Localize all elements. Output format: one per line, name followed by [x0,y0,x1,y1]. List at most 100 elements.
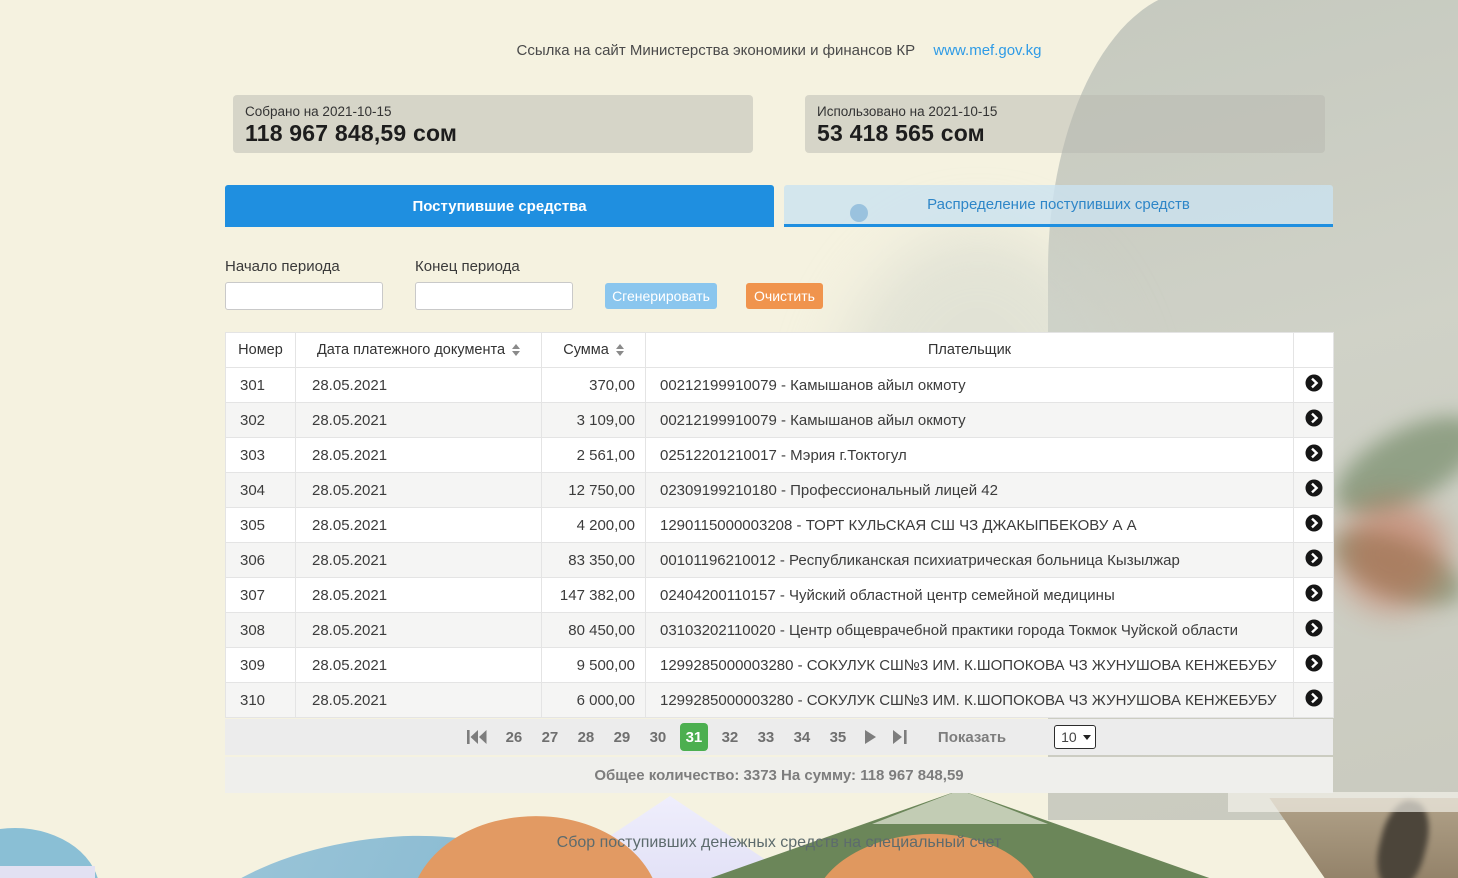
column-header-date[interactable]: Дата платежного документа [296,333,542,368]
row-date: 28.05.2021 [296,683,542,718]
column-header-number: Номер [226,333,296,368]
page-button-30[interactable]: 30 [644,723,672,751]
row-number: 302 [226,403,296,438]
tab-distribution-funds-label: Распределение поступивших средств [927,196,1190,213]
chevron-circle-right-icon [1305,654,1323,672]
row-payer: 02309199210180 - Профессиональный лицей … [646,473,1294,508]
row-detail-button[interactable] [1305,514,1323,532]
tab-incoming-funds-label: Поступившие средства [412,198,586,215]
row-payer: 00212199910079 - Камышанов айыл окмоту [646,368,1294,403]
row-amount: 370,00 [542,368,646,403]
row-number: 305 [226,508,296,543]
totals-bar: Общее количество: 3373 На сумму: 118 967… [225,757,1333,793]
sort-icon[interactable] [616,344,624,356]
row-amount: 12 750,00 [542,473,646,508]
row-date: 28.05.2021 [296,403,542,438]
row-amount: 2 561,00 [542,438,646,473]
row-amount: 80 450,00 [542,613,646,648]
payments-table: Номер Дата платежного документа Сумма Пл… [225,332,1334,718]
page-button-35[interactable]: 35 [824,723,852,751]
table-row: 305 28.05.2021 4 200,00 1290115000003208… [226,508,1334,543]
row-amount: 3 109,00 [542,403,646,438]
mountain-green-snowcap [872,790,1048,824]
first-page-icon [466,730,488,744]
row-number: 308 [226,613,296,648]
column-header-date-label: Дата платежного документа [317,342,505,358]
tab-distribution-funds[interactable]: Распределение поступивших средств [784,185,1333,227]
table-row: 304 28.05.2021 12 750,00 02309199210180 … [226,473,1334,508]
row-amount: 83 350,00 [542,543,646,578]
row-amount: 147 382,00 [542,578,646,613]
generate-button[interactable]: Сгенерировать [605,283,717,309]
summary-row: Собрано на 2021-10-15 118 967 848,59 сом… [233,95,1325,153]
tab-incoming-funds[interactable]: Поступившие средства [225,185,774,227]
page-button-31[interactable]: 31 [680,723,708,751]
table-header-row: Номер Дата платежного документа Сумма Пл… [226,333,1334,368]
chevron-circle-right-icon [1305,549,1323,567]
clear-button[interactable]: Очистить [746,283,823,309]
row-detail-cell [1294,438,1334,473]
page-button-27[interactable]: 27 [536,723,564,751]
sort-icon[interactable] [512,344,520,356]
page-button-34[interactable]: 34 [788,723,816,751]
row-number: 310 [226,683,296,718]
row-detail-cell [1294,683,1334,718]
used-value: 53 418 565 сом [817,120,1313,147]
page-button-32[interactable]: 32 [716,723,744,751]
page-button-33[interactable]: 33 [752,723,780,751]
collected-summary-box: Собрано на 2021-10-15 118 967 848,59 сом [233,95,753,153]
row-detail-cell [1294,613,1334,648]
pagination-pages: 26 27 28 29 30 31 32 33 34 35 [500,723,852,751]
next-page-button[interactable] [860,728,881,746]
chevron-circle-right-icon [1305,584,1323,602]
row-number: 306 [226,543,296,578]
row-detail-button[interactable] [1305,479,1323,497]
ministry-link[interactable]: www.mef.gov.kg [933,42,1041,59]
row-detail-cell [1294,578,1334,613]
page-button-29[interactable]: 29 [608,723,636,751]
row-detail-button[interactable] [1305,549,1323,567]
row-date: 28.05.2021 [296,473,542,508]
row-number: 301 [226,368,296,403]
row-payer: 00101196210012 - Республиканская психиат… [646,543,1294,578]
row-detail-button[interactable] [1305,619,1323,637]
row-date: 28.05.2021 [296,613,542,648]
row-detail-cell [1294,403,1334,438]
row-detail-button[interactable] [1305,374,1323,392]
column-header-amount[interactable]: Сумма [542,333,646,368]
table-row: 302 28.05.2021 3 109,00 00212199910079 -… [226,403,1334,438]
table-row: 309 28.05.2021 9 500,00 1299285000003280… [226,648,1334,683]
row-payer: 1299285000003280 - СОКУЛУК СШ№3 ИМ. К.ШО… [646,648,1294,683]
row-detail-cell [1294,473,1334,508]
end-period-input[interactable] [415,282,573,310]
row-number: 304 [226,473,296,508]
row-detail-button[interactable] [1305,654,1323,672]
row-detail-button[interactable] [1305,444,1323,462]
page-button-26[interactable]: 26 [500,723,528,751]
column-header-amount-label: Сумма [563,342,609,358]
row-date: 28.05.2021 [296,508,542,543]
pagination-bar: 26272829303132333435 Показать 10 [225,719,1333,755]
row-detail-button[interactable] [1305,584,1323,602]
used-summary-box: Использовано на 2021-10-15 53 418 565 со… [805,95,1325,153]
first-page-button[interactable] [462,728,492,746]
start-period-input[interactable] [225,282,383,310]
last-page-button[interactable] [889,728,912,746]
next-page-icon [864,730,877,744]
start-period-label: Начало периода [225,258,340,275]
row-detail-cell [1294,648,1334,683]
row-number: 309 [226,648,296,683]
page-size-select[interactable]: 10 [1054,725,1096,749]
row-date: 28.05.2021 [296,543,542,578]
footer-caption: Сбор поступивших денежных средств на спе… [225,834,1333,852]
page-button-28[interactable]: 28 [572,723,600,751]
row-detail-button[interactable] [1305,409,1323,427]
photo-corner-lightband [1228,792,1458,812]
row-date: 28.05.2021 [296,368,542,403]
table-row: 308 28.05.2021 80 450,00 03103202110020 … [226,613,1334,648]
chevron-circle-right-icon [1305,374,1323,392]
row-detail-button[interactable] [1305,689,1323,707]
background-dot-decoration [850,204,868,222]
used-label: Использовано на 2021-10-15 [817,104,1313,119]
row-payer: 1299285000003280 - СОКУЛУК СШ№3 ИМ. К.ШО… [646,683,1294,718]
